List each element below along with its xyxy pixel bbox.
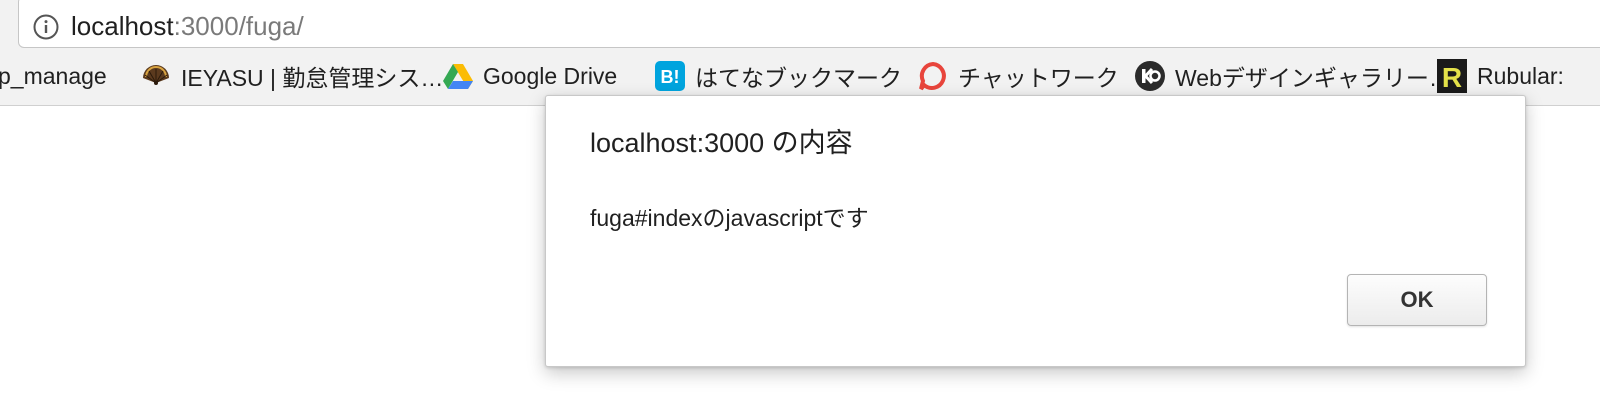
ok-button[interactable]: OK [1347, 274, 1487, 326]
bookmark-label: Google Drive [483, 62, 618, 89]
bookmark-label: p_manage [0, 62, 107, 89]
url-path: :3000/fuga/ [173, 11, 304, 41]
bookmark-label: Rubular: [1477, 62, 1564, 89]
bookmark-p-manage[interactable]: p_manage [0, 58, 107, 94]
bookmark-hatena[interactable]: B! はてなブックマーク [655, 58, 902, 94]
bookmark-rubular[interactable]: R Rubular: [1437, 58, 1564, 94]
info-icon[interactable] [33, 14, 59, 40]
dialog-message: fuga#indexのjavascriptです [590, 205, 869, 231]
address-bar[interactable]: localhost:3000/fuga/ [18, 0, 1600, 48]
google-drive-icon [443, 61, 473, 91]
browser-chrome: localhost:3000/fuga/ p_manage IEYASU | 勤… [0, 0, 1600, 106]
svg-text:R: R [1442, 62, 1462, 93]
hatena-bookmark-icon: B! [655, 61, 685, 91]
bookmark-ieyasu[interactable]: IEYASU | 勤怠管理シス… [141, 58, 443, 94]
bookmark-web-design-gallery[interactable]: Webデザインギャラリー… [1135, 58, 1452, 94]
rubular-icon: R [1437, 59, 1467, 93]
bookmarks-bar: p_manage IEYASU | 勤怠管理シス… Google Drive B… [0, 58, 1600, 94]
folding-fan-icon [141, 61, 171, 91]
url-text[interactable]: localhost:3000/fuga/ [71, 8, 304, 44]
dialog-title: localhost:3000 の内容 [590, 128, 853, 158]
bookmark-label: チャットワーク [958, 65, 1119, 91]
bookmark-label: IEYASU | 勤怠管理シス… [181, 65, 444, 91]
chatwork-icon [918, 61, 948, 91]
bookmark-label: Webデザインギャラリー… [1175, 65, 1452, 91]
bookmark-google-drive[interactable]: Google Drive [443, 58, 617, 94]
alert-dialog: localhost:3000 の内容 fuga#indexのjavascript… [545, 95, 1526, 367]
url-host: localhost [71, 11, 174, 41]
bookmark-chatwork[interactable]: チャットワーク [918, 58, 1119, 94]
svg-text:B!: B! [661, 67, 680, 87]
ko-logo-icon [1135, 61, 1165, 91]
bookmark-label: はてなブックマーク [695, 65, 902, 91]
